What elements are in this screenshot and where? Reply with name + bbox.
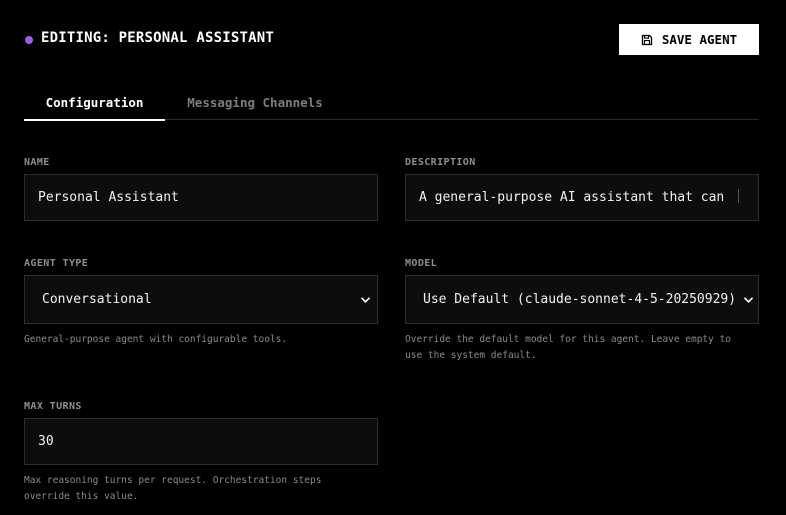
- tab-configuration[interactable]: Configuration: [24, 84, 165, 121]
- model-value: Use Default (claude-sonnet-4-5-20250929): [423, 292, 737, 307]
- agent-type-label: AGENT TYPE: [24, 258, 89, 269]
- agent-type-value: Conversational: [42, 292, 152, 307]
- description-input-value: A general-purpose AI assistant that can: [419, 190, 725, 205]
- status-dot: [25, 36, 33, 44]
- agent-type-help: General-purpose agent with configurable …: [24, 334, 288, 345]
- chevron-down-icon: [360, 296, 371, 303]
- name-label: NAME: [24, 157, 50, 168]
- max-turns-input[interactable]: 30: [24, 418, 378, 465]
- max-turns-label: MAX TURNS: [24, 401, 82, 412]
- model-help-line-1: Override the default model for this agen…: [405, 334, 732, 345]
- save-button-label: SAVE AGENT: [661, 32, 738, 47]
- save-agent-button[interactable]: SAVE AGENT: [619, 24, 759, 55]
- text-cursor: [738, 189, 739, 203]
- model-help: Override the default model for this agen…: [405, 332, 731, 364]
- max-turns-help-line-2: override this value.: [24, 491, 139, 502]
- model-label: MODEL: [405, 258, 438, 269]
- model-help-line-2: use the system default.: [405, 350, 537, 361]
- save-icon: [641, 34, 653, 45]
- max-turns-help: Max reasoning turns per request. Orchest…: [24, 473, 321, 505]
- max-turns-value: 30: [38, 434, 54, 449]
- model-select[interactable]: Use Default (claude-sonnet-4-5-20250929): [405, 275, 759, 324]
- chevron-down-icon: [743, 296, 754, 303]
- page-title: EDITING: PERSONAL ASSISTANT: [41, 30, 274, 46]
- tab-bar: Configuration Messaging Channels: [24, 84, 759, 121]
- page-header: EDITING: PERSONAL ASSISTANT SAVE AGENT: [24, 24, 759, 55]
- description-input[interactable]: A general-purpose AI assistant that can: [405, 174, 759, 221]
- description-label: DESCRIPTION: [405, 157, 476, 168]
- name-input[interactable]: Personal Assistant: [24, 174, 378, 221]
- tab-messaging-channels[interactable]: Messaging Channels: [182, 84, 328, 120]
- agent-type-select[interactable]: Conversational: [24, 275, 378, 324]
- max-turns-help-line-1: Max reasoning turns per request. Orchest…: [24, 475, 322, 486]
- name-input-value: Personal Assistant: [38, 190, 179, 205]
